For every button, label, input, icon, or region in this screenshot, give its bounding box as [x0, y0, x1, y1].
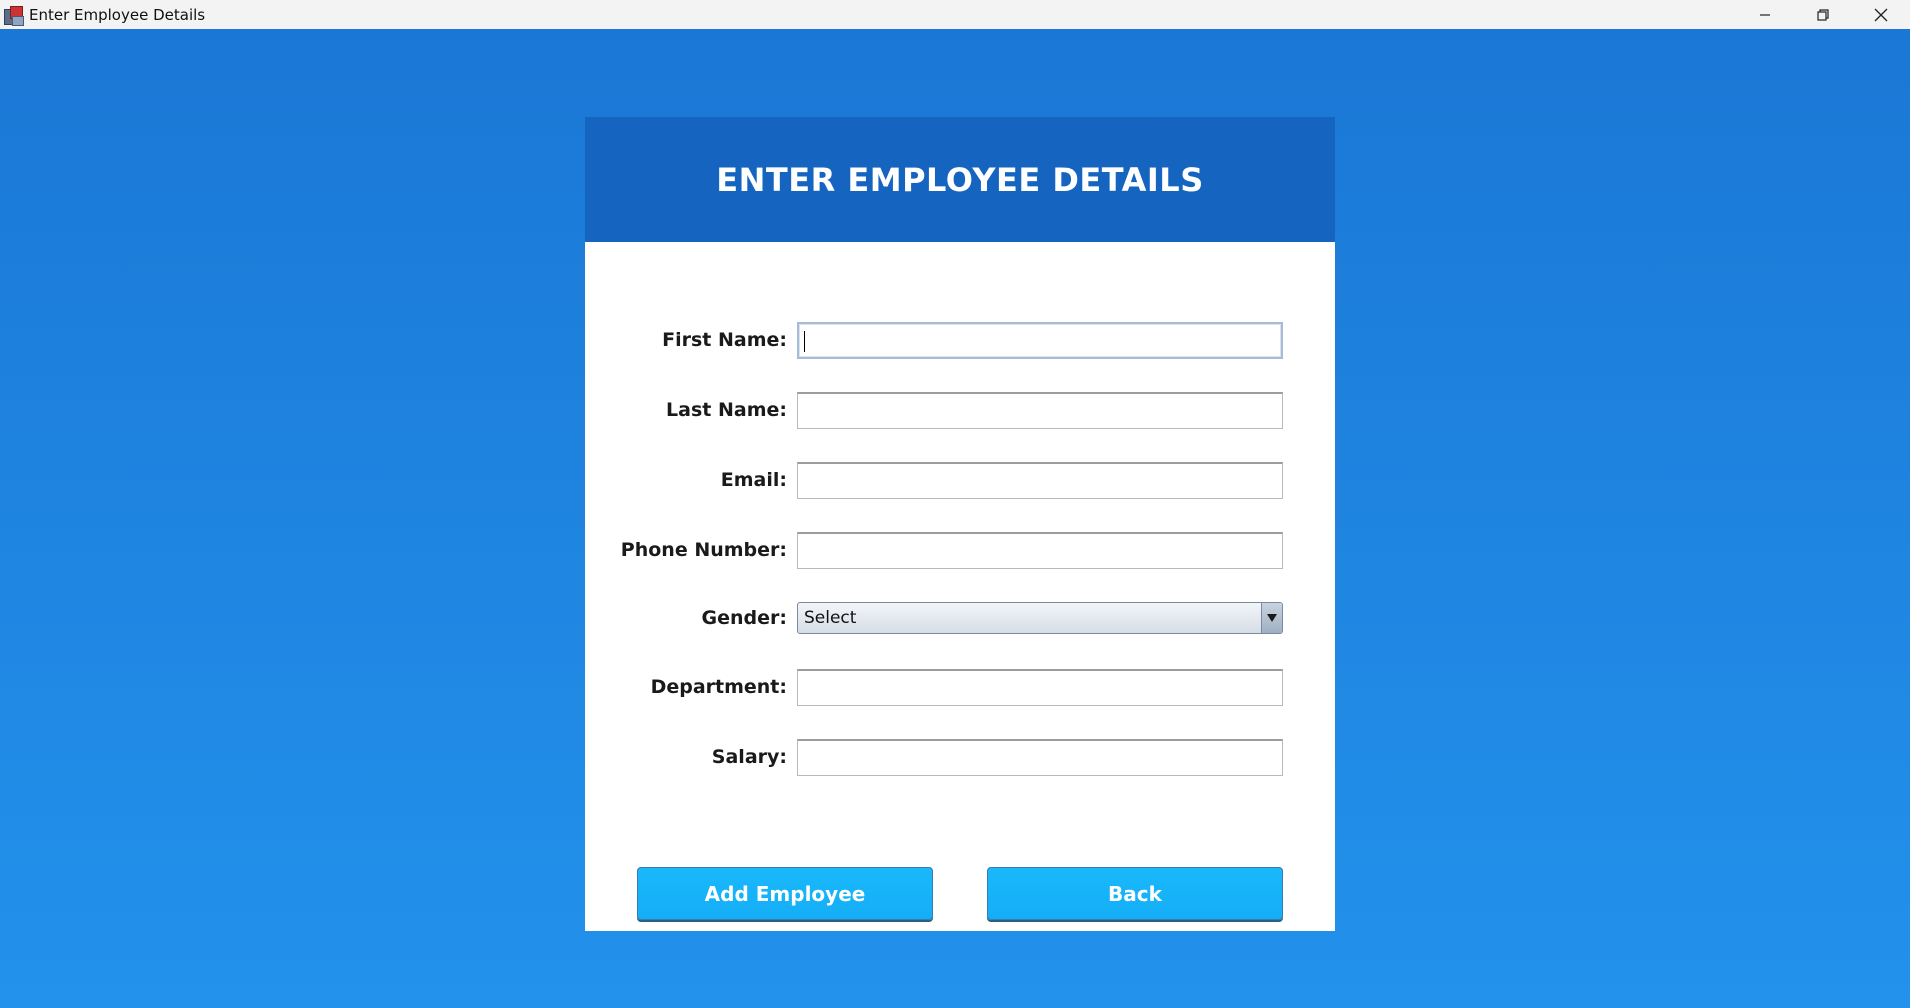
first-name-row: First Name:	[585, 322, 1335, 359]
first-name-label: First Name:	[662, 329, 787, 351]
email-label: Email:	[720, 469, 787, 491]
phone-field[interactable]	[797, 532, 1283, 569]
close-button[interactable]	[1852, 0, 1910, 29]
gender-select[interactable]: Select	[797, 602, 1283, 634]
gender-label: Gender:	[701, 607, 787, 629]
title-bar: Enter Employee Details	[0, 0, 1910, 29]
card-header: ENTER EMPLOYEE DETAILS	[585, 117, 1335, 242]
app-icon	[3, 5, 24, 26]
restore-icon	[1817, 8, 1829, 21]
salary-label: Salary:	[711, 746, 787, 768]
last-name-label: Last Name:	[666, 399, 787, 421]
last-name-field[interactable]	[797, 392, 1283, 429]
phone-label: Phone Number:	[620, 539, 787, 561]
salary-field[interactable]	[797, 739, 1283, 776]
dropdown-arrow-icon[interactable]	[1261, 603, 1282, 633]
department-field[interactable]	[797, 669, 1283, 706]
app-window: Enter Employee Details ENTER EMPLOYEE DE…	[0, 0, 1910, 1008]
restore-button[interactable]	[1794, 0, 1852, 29]
add-employee-button[interactable]: Add Employee	[637, 867, 933, 920]
salary-row: Salary:	[585, 739, 1335, 776]
window-controls	[1736, 0, 1910, 29]
page-title: ENTER EMPLOYEE DETAILS	[716, 160, 1204, 199]
text-caret	[804, 331, 805, 352]
close-icon	[1874, 8, 1888, 21]
gender-row: Gender: Select	[585, 602, 1335, 639]
email-row: Email:	[585, 462, 1335, 499]
phone-row: Phone Number:	[585, 532, 1335, 569]
department-row: Department:	[585, 669, 1335, 706]
department-label: Department:	[650, 676, 787, 698]
employee-form-card: ENTER EMPLOYEE DETAILS First Name: Last …	[585, 117, 1335, 931]
last-name-row: Last Name:	[585, 392, 1335, 429]
first-name-field[interactable]	[797, 322, 1283, 359]
client-area: ENTER EMPLOYEE DETAILS First Name: Last …	[0, 29, 1910, 1008]
email-field[interactable]	[797, 462, 1283, 499]
minimize-button[interactable]	[1736, 0, 1794, 29]
minimize-icon	[1760, 13, 1770, 16]
window-title: Enter Employee Details	[29, 5, 206, 24]
gender-selected-value: Select	[804, 608, 857, 628]
back-button[interactable]: Back	[987, 867, 1283, 920]
